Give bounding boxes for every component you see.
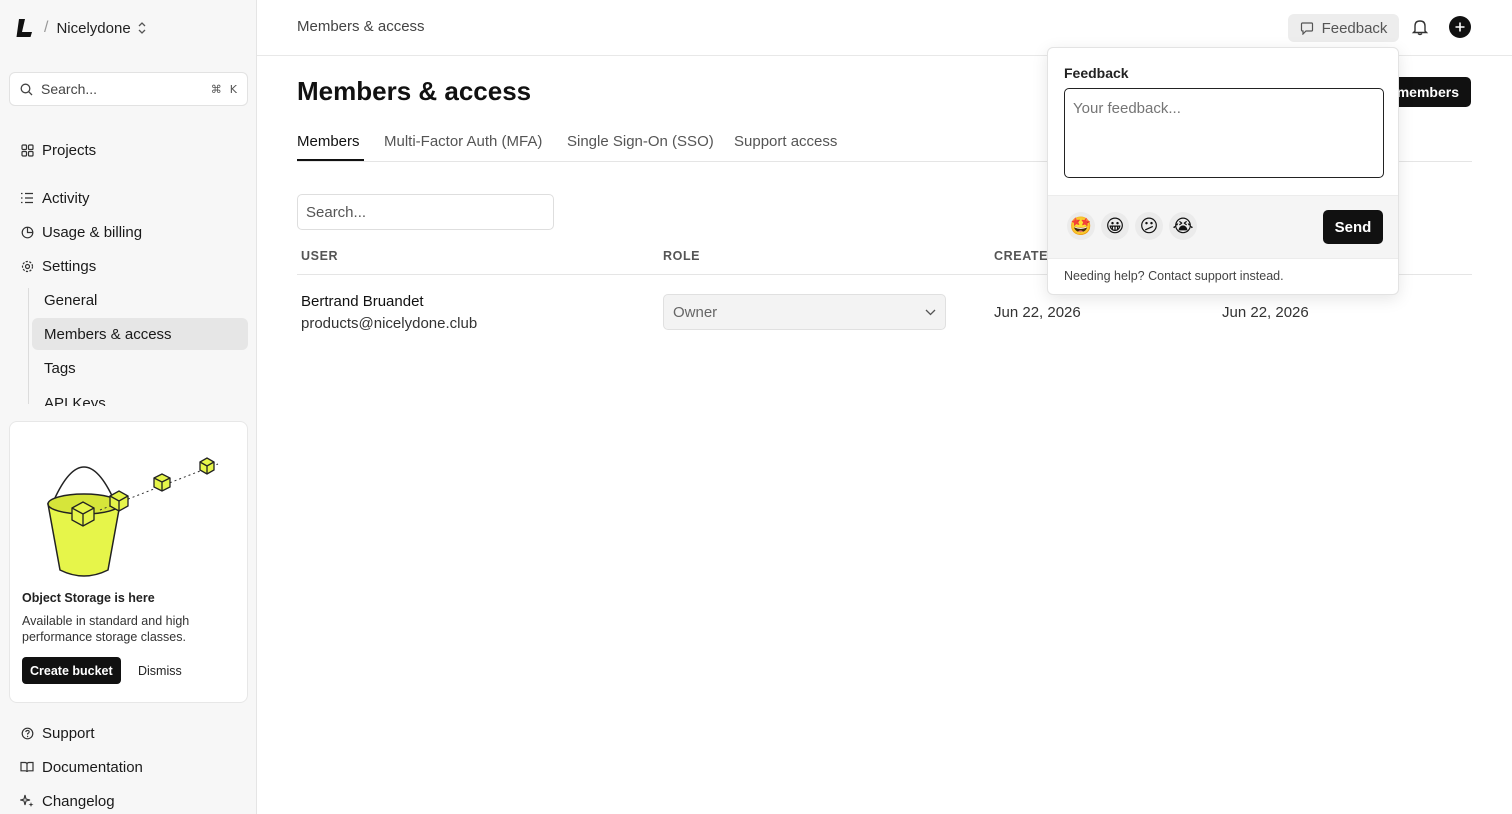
page-title: Members & access [297, 76, 532, 106]
sidebar-item-label: Usage & billing [42, 223, 143, 241]
sidebar-subitem-label: API Keys [44, 395, 106, 406]
book-icon [20, 760, 34, 774]
send-feedback-button[interactable]: Send [1323, 210, 1383, 244]
help-circle-icon [20, 726, 34, 740]
sidebar-item-label: Support [42, 724, 95, 742]
sidebar-item-usage-billing[interactable]: Usage & billing [20, 220, 142, 244]
breadcrumb: Members & access [297, 18, 425, 35]
tab-sso[interactable]: Single Sign-On (SSO) [567, 133, 714, 150]
sidebar-subitem-general[interactable]: General [44, 288, 97, 312]
dismiss-button[interactable]: Dismiss [138, 657, 182, 684]
user-name: Bertrand Bruandet [301, 293, 424, 310]
sidebar-subitem-api-keys[interactable]: API Keys [32, 392, 248, 406]
sidebar-item-changelog[interactable]: Changelog [20, 789, 115, 813]
message-bubble-icon [1300, 21, 1313, 35]
column-header-user: USER [301, 249, 339, 263]
active-tab-indicator [297, 159, 364, 161]
emoji-star-struck-button[interactable]: 🤩 [1067, 212, 1095, 240]
gear-icon [20, 259, 34, 273]
tab-mfa[interactable]: Multi-Factor Auth (MFA) [384, 133, 542, 150]
emoji-grinning-button[interactable]: 😀 [1101, 212, 1129, 240]
sidebar-item-support[interactable]: Support [20, 721, 95, 745]
role-select[interactable]: Owner [663, 294, 946, 330]
object-storage-promo: Object Storage is here Available in stan… [9, 421, 248, 703]
feedback-button[interactable]: Feedback [1288, 14, 1399, 42]
sidebar-subitem-members-access[interactable]: Members & access [44, 322, 172, 346]
sidebar-item-settings[interactable]: Settings [20, 254, 96, 278]
plus-icon [1455, 22, 1465, 32]
sidebar-item-activity[interactable]: Activity [20, 186, 90, 210]
promo-title: Object Storage is here [22, 591, 155, 605]
search-icon [20, 83, 33, 95]
sidebar-item-label: Documentation [42, 758, 143, 776]
role-select-value: Owner [673, 303, 718, 321]
sidebar-search[interactable]: Search... ⌘ K [9, 72, 248, 106]
feedback-textarea[interactable] [1064, 88, 1384, 178]
sidebar-search-placeholder: Search... [41, 81, 98, 97]
create-bucket-button[interactable]: Create bucket [22, 657, 121, 684]
column-header-role: ROLE [663, 249, 701, 263]
chevron-up-down-icon [138, 22, 146, 34]
tab-support-access[interactable]: Support access [734, 133, 837, 150]
member-search-input[interactable]: Search... [297, 194, 554, 230]
bell-icon[interactable] [1411, 18, 1429, 36]
sparkles-icon [20, 794, 34, 808]
shortcut-cmd-key: ⌘ [210, 82, 222, 96]
updated-date: Jun 22, 2026 [1222, 304, 1309, 321]
sidebar: / Nicelydone Search... ⌘ K Projects Acti… [0, 0, 257, 814]
emoji-crying-button[interactable]: 😭 [1169, 212, 1197, 240]
shortcut-k-key: K [229, 82, 237, 96]
created-date: Jun 22, 2026 [994, 304, 1081, 321]
settings-submenu-line [28, 288, 29, 404]
sidebar-item-label: Changelog [42, 792, 115, 810]
sidebar-subitem-tags[interactable]: Tags [44, 356, 76, 380]
create-new-button[interactable] [1449, 16, 1471, 38]
emoji-confused-button[interactable]: 😕 [1135, 212, 1163, 240]
org-name: Nicelydone [56, 19, 131, 37]
column-header-created: CREATE [994, 249, 1049, 263]
user-email: products@nicelydone.club [301, 315, 478, 332]
brand-logo-icon [16, 19, 32, 37]
contact-support-link[interactable]: Needing help? Contact support instead. [1064, 269, 1284, 283]
sidebar-item-label: Activity [42, 189, 90, 207]
feedback-popover-label: Feedback [1064, 65, 1129, 81]
promo-description: Available in standard and high performan… [22, 614, 190, 644]
sidebar-item-documentation[interactable]: Documentation [20, 755, 143, 779]
grid-icon [20, 143, 34, 157]
bucket-illustration-icon [47, 457, 219, 577]
member-search-placeholder: Search... [306, 203, 367, 221]
pie-chart-icon [20, 225, 34, 239]
feedback-popover: Feedback 🤩 😀 😕 😭 Send Needing help? Cont… [1047, 47, 1399, 295]
tab-members[interactable]: Members [297, 133, 360, 150]
feedback-popover-footer: 🤩 😀 😕 😭 Send [1048, 195, 1398, 259]
sidebar-item-label: Settings [42, 257, 97, 275]
sidebar-item-projects[interactable]: Projects [20, 138, 96, 162]
feedback-button-label: Feedback [1321, 19, 1388, 37]
chevron-down-icon [925, 309, 936, 315]
list-icon [20, 191, 34, 205]
org-separator: / [44, 19, 49, 36]
org-switcher[interactable]: / Nicelydone [16, 14, 147, 42]
sidebar-item-label: Projects [42, 141, 97, 159]
